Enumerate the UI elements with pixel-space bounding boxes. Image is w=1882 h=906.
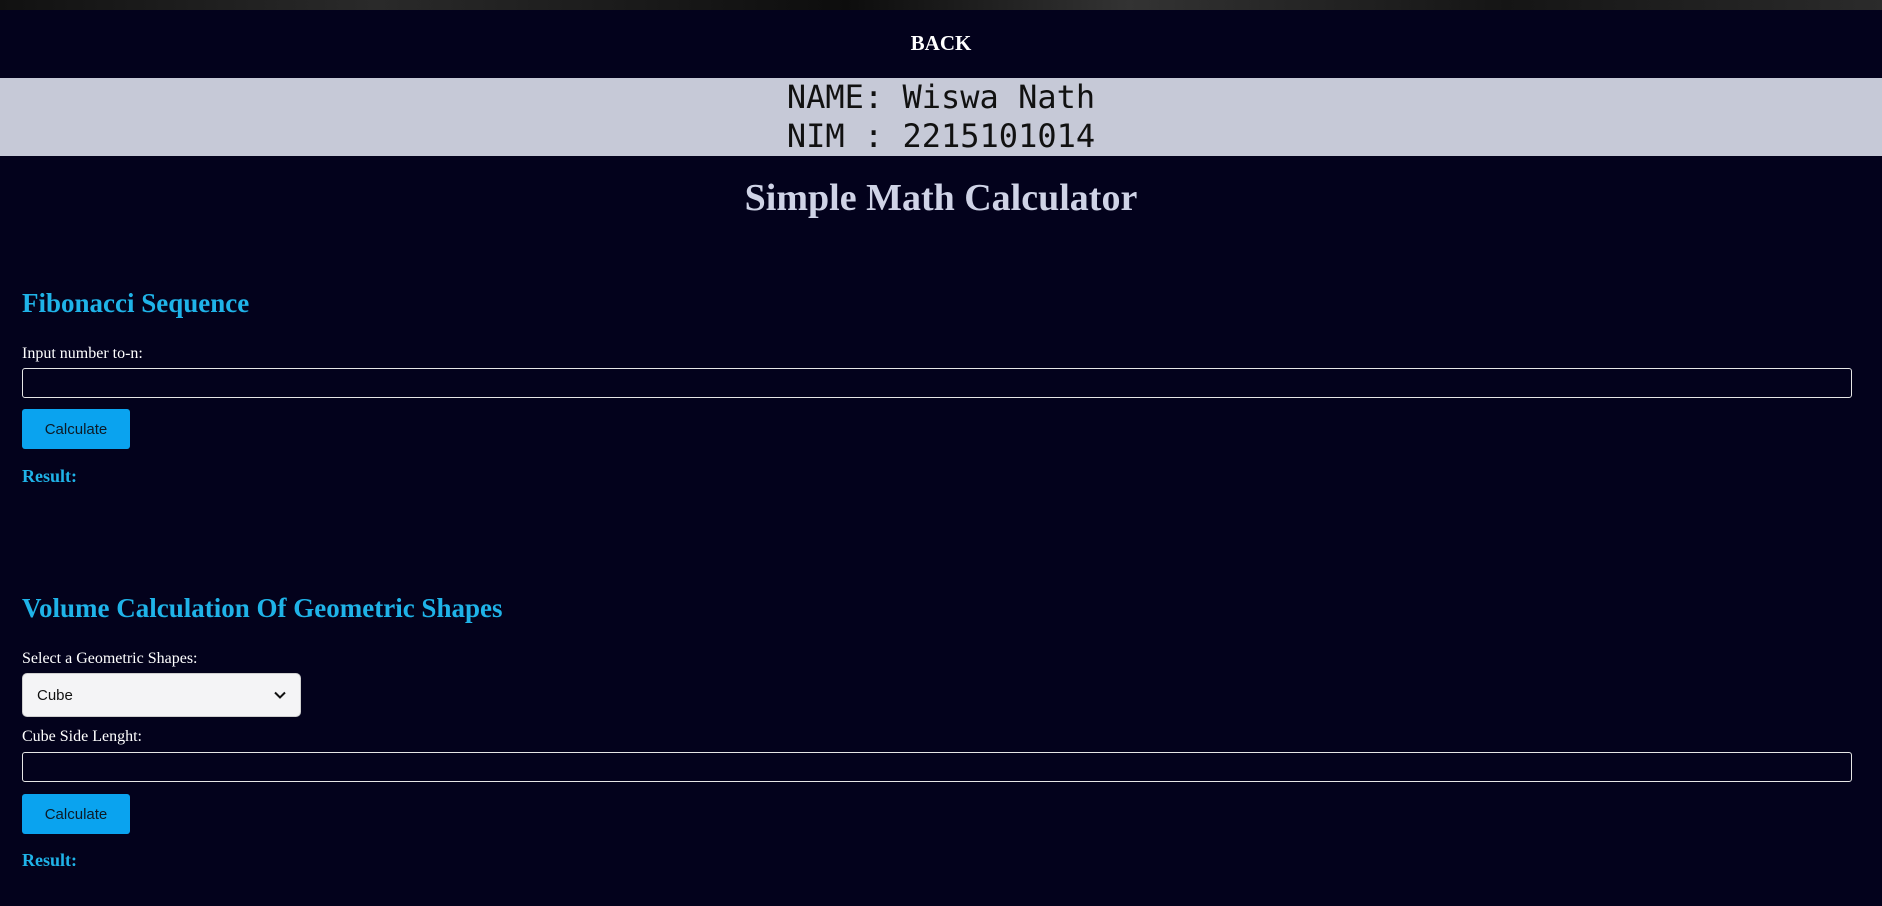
fibonacci-number-input[interactable] bbox=[22, 368, 1852, 398]
student-name: NAME: Wiswa Nath bbox=[786, 78, 1096, 116]
volume-calculate-button[interactable]: Calculate bbox=[22, 794, 130, 834]
shape-select-value: Cube bbox=[37, 686, 73, 704]
shape-select[interactable]: Cube bbox=[22, 673, 301, 717]
fibonacci-result-label: Result: bbox=[22, 466, 77, 486]
browser-top-strip bbox=[0, 0, 1882, 10]
chevron-down-icon bbox=[274, 691, 286, 699]
cube-side-input[interactable] bbox=[22, 752, 1852, 782]
top-nav-bar: BACK bbox=[0, 10, 1882, 78]
identity-banner: NAME: Wiswa Nath NIM : 2215101014 bbox=[0, 78, 1882, 156]
shape-select-label: Select a Geometric Shapes: bbox=[22, 650, 198, 667]
volume-section-title: Volume Calculation Of Geometric Shapes bbox=[22, 593, 503, 623]
student-nim: NIM : 2215101014 bbox=[786, 117, 1096, 155]
cube-side-label: Cube Side Lenght: bbox=[22, 728, 142, 745]
volume-result-label: Result: bbox=[22, 850, 77, 870]
fibonacci-section-title: Fibonacci Sequence bbox=[22, 288, 250, 318]
back-link[interactable]: BACK bbox=[911, 31, 972, 56]
fibonacci-input-label: Input number to-n: bbox=[22, 345, 143, 362]
fibonacci-calculate-button[interactable]: Calculate bbox=[22, 409, 130, 449]
page-title: Simple Math Calculator bbox=[744, 177, 1138, 219]
